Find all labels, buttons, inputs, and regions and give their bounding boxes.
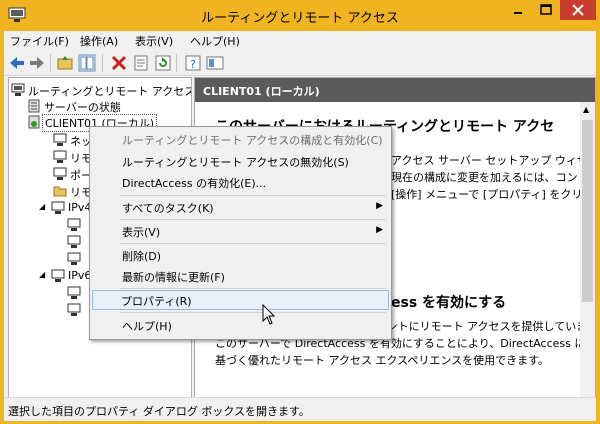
node-icon — [67, 286, 81, 299]
toolbar-separator — [102, 54, 103, 72]
ipv6-icon — [51, 269, 65, 282]
menu-item-label: 表示(V) — [122, 226, 161, 239]
node-icon — [67, 303, 81, 316]
folder-icon — [53, 186, 67, 197]
remote-clients-icon — [53, 150, 67, 163]
menu-item-help[interactable]: ヘルプ(H) — [92, 315, 389, 335]
app-window: ルーティングとリモート アクセス ファイル(F) 操作(A) 表示(V) ヘルプ… — [0, 0, 600, 424]
menu-item-label: 削除(D) — [122, 250, 162, 263]
submenu-arrow-icon: ▶ — [376, 225, 383, 235]
properties-icon[interactable] — [132, 54, 150, 72]
menu-item-label: ルーティングとリモート アクセスの構成と有効化(C) — [122, 134, 383, 147]
scroll-up-icon[interactable]: ▲ — [583, 105, 589, 114]
status-bar: 選択した項目のプロパティ ダイアログ ボックスを開きます。 — [4, 397, 596, 421]
ipv4-icon — [51, 201, 65, 214]
menu-item-label: すべてのタスク(K) — [122, 202, 214, 215]
menu-item-configure-enable[interactable]: ルーティングとリモート アクセスの構成と有効化(C) — [92, 129, 389, 149]
menu-item-view[interactable]: 表示(V) ▶ — [92, 221, 389, 241]
forward-icon[interactable] — [28, 54, 46, 72]
close-button[interactable] — [560, 0, 596, 20]
close-icon — [572, 4, 584, 16]
menu-separator — [120, 243, 386, 244]
menu-separator — [120, 195, 386, 196]
back-icon[interactable] — [8, 54, 26, 72]
menu-item-refresh[interactable]: 最新の情報に更新(F) — [92, 266, 389, 286]
ports-icon — [53, 167, 67, 180]
refresh-icon[interactable] — [154, 54, 172, 72]
details-line: [操作] メニューで [プロパティ] をクリッ — [391, 188, 594, 201]
tree-label: サーバーの状態 — [44, 101, 121, 114]
mouse-cursor-icon — [262, 304, 276, 325]
title-bar[interactable]: ルーティングとリモート アクセス — [0, 0, 600, 31]
details-subheading: ess を有効にする — [391, 295, 507, 311]
menu-separator — [120, 312, 386, 313]
menu-item-delete[interactable]: 削除(D) — [92, 245, 389, 265]
submenu-arrow-icon: ▶ — [376, 201, 383, 211]
scroll-thumb[interactable] — [582, 120, 593, 302]
menu-item-label: 最新の情報に更新(F) — [122, 271, 225, 284]
menu-separator — [120, 288, 386, 289]
menu-item-disable-rras[interactable]: ルーティングとリモート アクセスの無効化(S) — [92, 151, 389, 171]
menu-item-label: DirectAccess の有効化(E)... — [122, 177, 267, 190]
node-icon — [67, 218, 81, 231]
menu-action[interactable]: 操作(A) — [80, 33, 118, 49]
tree-label: ルーティングとリモート アクセス — [28, 85, 192, 98]
server-icon — [28, 115, 40, 129]
menu-item-label: ヘルプ(H) — [122, 320, 172, 333]
node-icon — [67, 235, 81, 248]
menu-file[interactable]: ファイル(F) — [10, 33, 69, 49]
menu-help[interactable]: ヘルプ(H) — [190, 33, 240, 49]
toolbar-separator — [50, 54, 51, 72]
help-icon[interactable]: ? — [184, 54, 202, 72]
tree-label: IPv6 — [68, 269, 92, 282]
menu-item-label: プロパティ(R) — [121, 295, 192, 308]
svg-text:?: ? — [190, 58, 196, 71]
maximize-button[interactable] — [532, 0, 560, 20]
details-line: 現在の構成に変更を加えるには、コン — [391, 171, 578, 184]
menu-item-all-tasks[interactable]: すべてのタスク(K) ▶ — [92, 197, 389, 217]
network-interfaces-icon — [53, 133, 67, 146]
up-folder-icon[interactable] — [56, 54, 74, 72]
tree-label: IPv4 — [68, 201, 92, 214]
console-icon[interactable] — [206, 54, 224, 72]
minimize-icon — [514, 12, 522, 14]
menu-item-enable-directaccess[interactable]: DirectAccess の有効化(E)... — [92, 172, 389, 192]
context-menu: ルーティングとリモート アクセスの構成と有効化(C) ルーティングとリモート ア… — [89, 126, 392, 340]
delete-icon[interactable] — [110, 54, 128, 72]
details-paragraph: 基づく優れたリモート アクセス エクスペリエンスを使用できます。 — [215, 354, 550, 367]
menu-item-label: ルーティングとリモート アクセスの無効化(S) — [122, 156, 349, 169]
collapse-icon[interactable]: ◢ — [39, 202, 45, 211]
show-tree-icon[interactable] — [78, 54, 96, 72]
rras-root-icon — [11, 83, 25, 96]
menu-bar: ファイル(F) 操作(A) 表示(V) ヘルプ(H) — [4, 31, 596, 49]
status-text: 選択した項目のプロパティ ダイアログ ボックスを開きます。 — [8, 405, 310, 418]
details-line: アクセス サーバー セットアップ ウィザー — [391, 154, 596, 167]
minimize-button[interactable] — [504, 0, 532, 20]
maximize-icon — [540, 4, 552, 15]
toolbar: ? — [4, 51, 596, 76]
menu-separator — [120, 219, 386, 220]
details-header: CLIENT01 (ローカル) — [195, 78, 595, 102]
server-status-icon — [28, 99, 40, 113]
details-vertical-scrollbar[interactable]: ▲ ▼ — [580, 102, 595, 416]
menu-view[interactable]: 表示(V) — [135, 33, 173, 49]
node-icon — [67, 252, 81, 265]
toolbar-separator — [176, 54, 177, 72]
details-header-title: CLIENT01 (ローカル) — [203, 85, 320, 98]
menu-item-properties[interactable]: プロパティ(R) — [92, 290, 389, 310]
collapse-icon[interactable]: ◢ — [39, 270, 45, 279]
